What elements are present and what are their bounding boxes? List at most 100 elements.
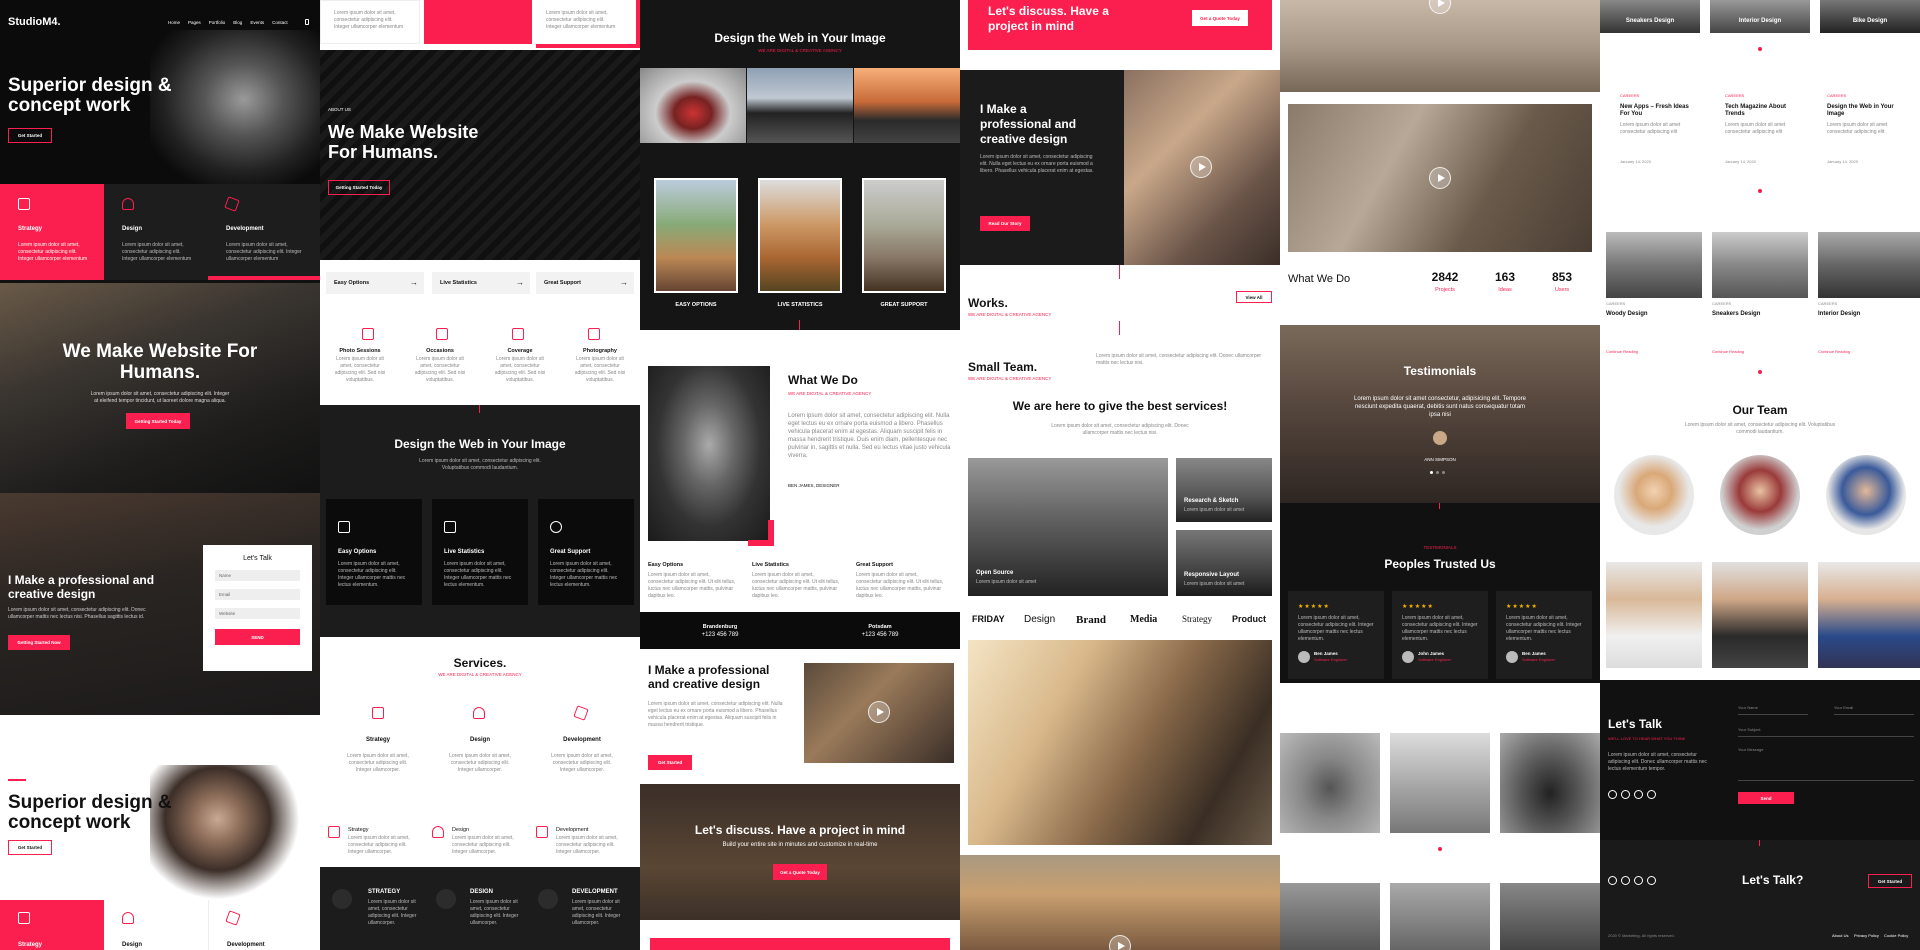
service-card-strategy-2[interactable]: Strategy — [0, 900, 104, 950]
name-field[interactable]: Your Name — [1738, 705, 1758, 711]
post-more[interactable]: Continue Reading — [1606, 349, 1638, 355]
open-source-tile[interactable]: Open Source Lorem ipsum dolor sit amet — [968, 458, 1168, 596]
instagram-icon[interactable] — [1634, 876, 1643, 885]
nav-item[interactable]: Blog — [233, 20, 242, 25]
pager-dot[interactable] — [1758, 370, 1762, 374]
footer-link[interactable]: About Us — [1832, 933, 1848, 939]
get-started-button[interactable]: Get Started — [648, 755, 692, 770]
send-button[interactable]: SEND — [215, 629, 300, 645]
nav-item[interactable]: Home — [168, 20, 180, 25]
logo[interactable]: StudioM4. — [8, 16, 61, 29]
post-photo[interactable] — [1606, 232, 1702, 298]
view-all-button[interactable]: View All — [1236, 291, 1272, 303]
reviewer-role: Software Engineer — [1522, 657, 1555, 662]
post-photo[interactable] — [1712, 232, 1808, 298]
video-thumbnail[interactable] — [804, 663, 954, 763]
play-icon[interactable] — [1429, 0, 1451, 14]
team-member-photo[interactable] — [1606, 562, 1702, 668]
service-card-design[interactable]: Design Lorem ipsum dolor sit amet, conse… — [104, 184, 208, 280]
get-quote-button[interactable]: Get a Quote Today — [773, 864, 827, 880]
send-button[interactable]: Send — [1738, 792, 1794, 804]
team-member-avatar[interactable] — [1614, 455, 1694, 535]
feature-title: Easy Options — [648, 562, 684, 568]
get-started-button[interactable]: Get Started — [8, 840, 52, 855]
getting-started-now-button[interactable]: Getting Started Now — [8, 635, 70, 650]
email-field[interactable]: Email — [215, 589, 300, 600]
footer: Let's Talk? Get Started 2020 © Marketing… — [1600, 840, 1920, 950]
get-quote-button[interactable]: Get a Quote Today — [1192, 10, 1248, 26]
gallery-photo[interactable] — [1500, 883, 1600, 950]
service-card-development[interactable]: Development Lorem ipsum dolor sit amet, … — [208, 184, 320, 280]
getting-started-button[interactable]: Getting Started Today — [126, 413, 190, 429]
tab-live-statistics[interactable]: Live Statistics → — [432, 272, 530, 294]
play-icon[interactable] — [1109, 935, 1131, 950]
pager-dot[interactable] — [1758, 47, 1762, 51]
nav-item[interactable]: Events — [250, 20, 264, 25]
nav-item[interactable]: Pages — [188, 20, 201, 25]
pager-dot[interactable] — [1438, 847, 1442, 851]
name-field[interactable]: Name — [215, 570, 300, 581]
shoes-photo[interactable] — [1280, 733, 1380, 833]
team-member-avatar[interactable] — [1826, 455, 1906, 535]
tab-easy-options[interactable]: Easy Options → — [326, 272, 424, 294]
play-icon[interactable] — [868, 701, 890, 723]
subject-field[interactable]: Your Subject — [1738, 727, 1761, 733]
office-photo[interactable] — [862, 178, 946, 293]
smiling-woman-photo[interactable] — [1124, 70, 1280, 265]
get-started-button[interactable]: Get Started — [1868, 874, 1912, 888]
meeting-photo[interactable] — [654, 178, 738, 293]
stat-label: Ideas — [1498, 287, 1512, 293]
motorbike-photo[interactable] — [1500, 733, 1600, 833]
top-card[interactable]: Interior Design — [1710, 0, 1810, 33]
website-field[interactable]: Website — [215, 608, 300, 619]
slider-dots[interactable] — [1430, 471, 1445, 474]
getting-started-button[interactable]: Getting Started Today — [328, 180, 390, 195]
top-card[interactable]: Bike Design — [1820, 0, 1920, 33]
youtube-icon[interactable] — [1647, 790, 1656, 799]
service-card-strategy[interactable]: Strategy Lorem ipsum dolor sit amet, con… — [0, 184, 104, 280]
team-member-photo[interactable] — [1712, 562, 1808, 668]
gallery-photo[interactable] — [1280, 883, 1380, 950]
meeting-video-photo[interactable] — [1288, 104, 1592, 252]
team-member-avatar[interactable] — [1720, 455, 1800, 535]
pager-dot[interactable] — [1758, 189, 1762, 193]
best-title: We are here to give the best services! — [1012, 399, 1228, 413]
feature-card[interactable]: Live Statistics Lorem ipsum dolor sit am… — [432, 499, 528, 605]
footer-link[interactable]: Privacy Policy — [1854, 933, 1879, 939]
section-title: Design the Web in Your Image — [714, 31, 886, 45]
gallery-photo[interactable] — [1390, 883, 1490, 950]
footer-link[interactable]: Cookie Policy — [1884, 933, 1908, 939]
team-member-photo[interactable] — [1818, 562, 1920, 668]
twitter-icon[interactable] — [1608, 790, 1617, 799]
get-started-button[interactable]: Get Started — [8, 128, 52, 143]
nav-item[interactable]: Contact — [272, 20, 288, 25]
feature-card[interactable]: Easy Options Lorem ipsum dolor sit amet,… — [326, 499, 422, 605]
about-hero: ABOUT US We Make Website For Humans. Get… — [320, 50, 640, 260]
instagram-icon[interactable] — [1634, 790, 1643, 799]
play-icon[interactable] — [1429, 167, 1451, 189]
youtube-icon[interactable] — [1647, 876, 1656, 885]
service-card-design-2[interactable]: Design — [104, 900, 208, 950]
post-more[interactable]: Continue Reading — [1818, 349, 1850, 355]
message-field[interactable]: Your Message — [1738, 747, 1763, 753]
team-photo[interactable] — [758, 178, 842, 293]
read-story-button[interactable]: Read Our Story — [980, 216, 1030, 231]
feature-card[interactable]: Great Support Lorem ipsum dolor sit amet… — [538, 499, 634, 605]
tab-great-support[interactable]: Great Support → — [536, 272, 634, 294]
team-laughing-photo[interactable] — [960, 855, 1280, 950]
nav-item[interactable]: Portfolio — [209, 20, 226, 25]
facebook-icon[interactable] — [1621, 876, 1630, 885]
twitter-icon[interactable] — [1608, 876, 1617, 885]
responsive-tile[interactable]: Responsive Layout Lorem ipsum dolor sit … — [1176, 530, 1272, 596]
play-icon[interactable] — [1190, 156, 1212, 178]
search-icon[interactable] — [305, 19, 309, 25]
top-card[interactable]: Sneakers Design — [1600, 0, 1700, 33]
interior-photo[interactable] — [1390, 733, 1490, 833]
post-more[interactable]: Continue Reading — [1712, 349, 1744, 355]
email-field[interactable]: Your Email — [1834, 705, 1853, 711]
rocket-icon — [436, 889, 456, 909]
post-photo[interactable] — [1818, 232, 1920, 298]
research-tile[interactable]: Research & Sketch Lorem ipsum dolor sit … — [1176, 458, 1272, 522]
service-card-development-2[interactable]: Development — [208, 900, 320, 950]
facebook-icon[interactable] — [1621, 790, 1630, 799]
